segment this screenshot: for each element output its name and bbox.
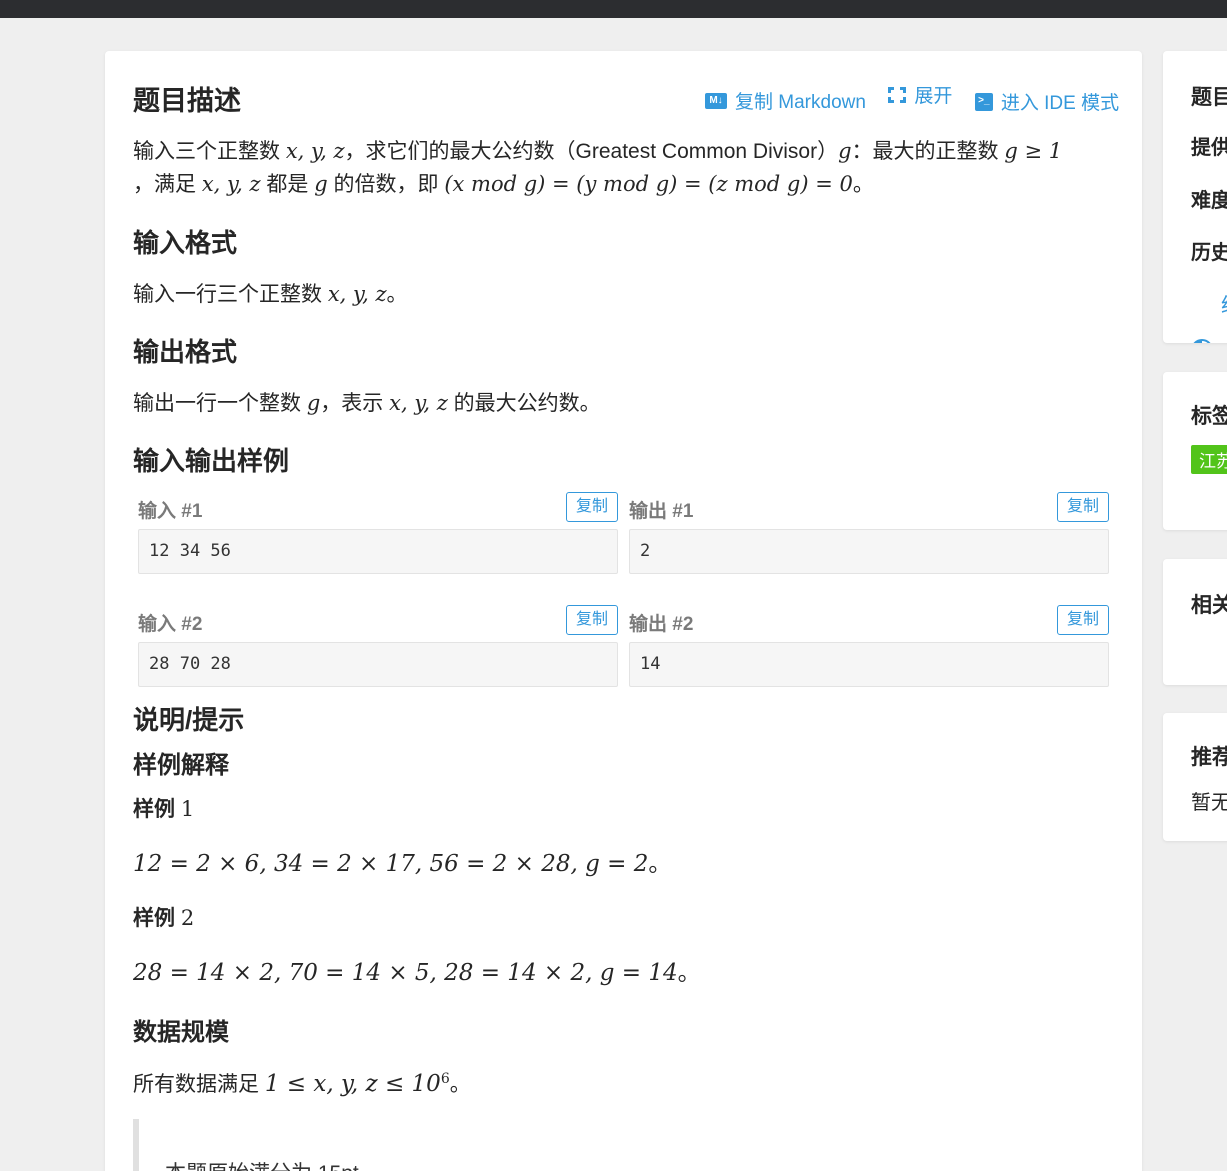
- terminal-icon: >_: [974, 92, 993, 111]
- copy-output-1-button[interactable]: 复制: [1057, 492, 1109, 522]
- recommend-empty-text: 暂无: [1191, 792, 1227, 814]
- data-scale-text: 所有数据满足 1 ≤ x, y, z ≤ 106。: [133, 1071, 471, 1097]
- problem-info-card: 题目 提供 难度 历史 统: [1163, 51, 1227, 343]
- recommend-card: 推荐 暂无: [1163, 713, 1227, 841]
- sample-1-explanation: 12 = 2 × 6, 34 = 2 × 17, 56 = 2 × 28, g …: [133, 850, 672, 877]
- expand-icon: [888, 86, 907, 103]
- math-g-ge-1: g ≥ 1: [1004, 139, 1063, 163]
- output-format-title: 输出格式: [133, 337, 238, 367]
- sample-input-box[interactable]: 28 70 28: [138, 642, 618, 687]
- data-scale-title: 数据规模: [133, 1019, 229, 1046]
- tags-title: 标签: [1191, 405, 1227, 428]
- description-title: 题目描述: [133, 86, 241, 116]
- sample-output-box[interactable]: 2: [629, 529, 1109, 574]
- expand-label: 展开: [914, 86, 953, 107]
- copy-input-2-button[interactable]: 复制: [566, 605, 618, 635]
- description-line-2: ，满足 x, y, z 都是 g 的倍数，即 (x mod g) = (y mo…: [133, 172, 874, 196]
- sample-explain-title: 样例解释: [133, 752, 229, 779]
- sample-1-heading: 样例 1: [133, 797, 195, 821]
- ide-mode-link[interactable]: >_ 进入 IDE 模式: [974, 88, 1120, 115]
- copy-output-2-button[interactable]: 复制: [1057, 605, 1109, 635]
- top-navigation-bar: [0, 0, 1227, 18]
- related-title: 相关: [1191, 594, 1227, 617]
- sample-output-label: 输出 #2: [629, 614, 694, 635]
- sample-output-box[interactable]: 14: [629, 642, 1109, 687]
- tags-card: 标签 江苏: [1163, 372, 1227, 530]
- sample-2-heading: 样例 2: [133, 906, 195, 930]
- stats-link[interactable]: 统: [1221, 289, 1227, 318]
- math-mod-equation: (x mod g) = (y mod g) = (z mod g) = 0: [444, 172, 853, 196]
- hint-title: 说明/提示: [133, 705, 245, 735]
- sample-input-label: 输入 #2: [138, 614, 203, 635]
- tag-badge[interactable]: 江苏: [1191, 445, 1227, 474]
- problem-toolbar: M↓ 复制 Markdown 展开 >_ 进入 IDE 模式: [705, 81, 1119, 115]
- related-card: 相关: [1163, 559, 1227, 685]
- math-vars: x, y, z: [285, 139, 345, 163]
- markdown-icon: M↓: [705, 92, 727, 109]
- sample-input-box[interactable]: 12 34 56: [138, 529, 618, 574]
- recommend-title: 推荐: [1191, 746, 1227, 769]
- info-title: 题目: [1191, 86, 1227, 109]
- problem-content-card: 题目描述 M↓ 复制 Markdown 展开 >_ 进入 IDE 模式 输入三个…: [105, 51, 1142, 1171]
- blockquote-text: 本题原始满分为 15pt: [165, 1157, 359, 1171]
- provider-label: 提供: [1191, 137, 1227, 159]
- samples-title: 输入输出样例: [133, 446, 290, 476]
- input-format-text: 输入一行三个正整数 x, y, z。: [133, 282, 408, 306]
- copy-markdown-label: 复制 Markdown: [735, 92, 866, 113]
- difficulty-label: 难度: [1191, 190, 1227, 212]
- ide-mode-label: 进入 IDE 模式: [1000, 93, 1120, 114]
- copy-markdown-link[interactable]: M↓ 复制 Markdown: [705, 87, 866, 114]
- math-g: g: [838, 139, 852, 163]
- sample-input-label: 输入 #1: [138, 501, 203, 522]
- pie-chart-icon[interactable]: [1191, 339, 1213, 343]
- description-line-1: 输入三个正整数 x, y, z，求它们的最大公约数（Greatest Commo…: [133, 139, 1063, 163]
- blockquote-bar: [133, 1119, 139, 1171]
- output-format-text: 输出一行一个整数 g，表示 x, y, z 的最大公约数。: [133, 391, 601, 415]
- sample-2-explanation: 28 = 14 × 2, 70 = 14 × 5, 28 = 14 × 2, g…: [133, 959, 701, 986]
- history-label: 历史: [1191, 242, 1227, 264]
- copy-input-1-button[interactable]: 复制: [566, 492, 618, 522]
- expand-link[interactable]: 展开: [888, 81, 952, 108]
- input-format-title: 输入格式: [133, 228, 238, 258]
- sample-output-label: 输出 #1: [629, 501, 694, 522]
